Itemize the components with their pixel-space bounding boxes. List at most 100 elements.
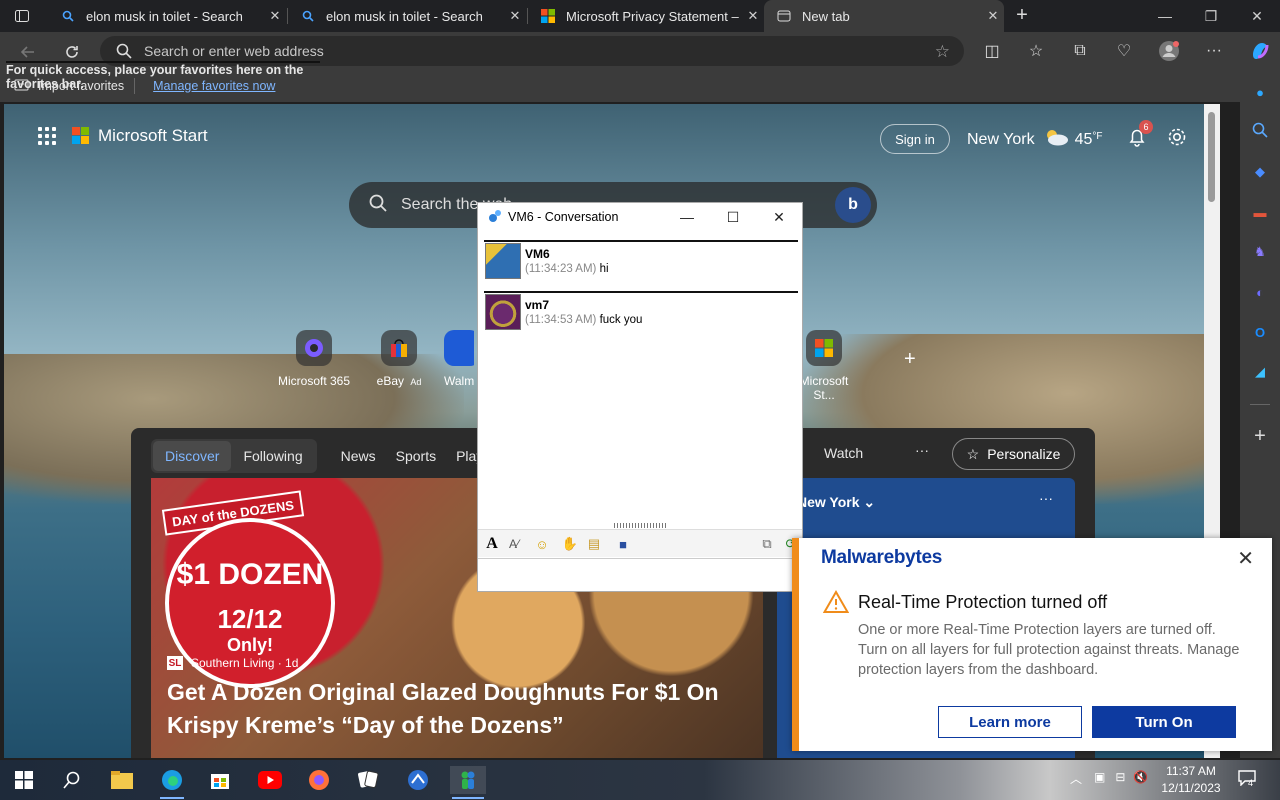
action-center-icon[interactable]: 4 <box>1238 770 1256 789</box>
shopping-icon[interactable]: ◆ <box>1248 160 1272 184</box>
close-window-icon[interactable]: ✕ <box>1234 0 1280 32</box>
learn-more-button[interactable]: Learn more <box>938 706 1082 738</box>
tab-actions-icon[interactable] <box>14 8 30 24</box>
browser-tab-active[interactable]: New tab ✕ <box>764 0 1004 32</box>
sign-in-button[interactable]: Sign in <box>880 124 950 154</box>
scrollbar-thumb[interactable] <box>1208 112 1215 202</box>
tab-title: elon musk in toilet - Search <box>326 8 483 24</box>
quick-link-label: Microsoft 365 <box>277 374 351 388</box>
app-icon[interactable] <box>404 766 432 794</box>
close-tab-icon[interactable]: ✕ <box>982 8 1004 24</box>
tab-sports[interactable]: Sports <box>396 448 436 464</box>
quick-link-ebay[interactable]: eBay Ad <box>359 330 439 388</box>
tab-watch[interactable]: Watch <box>824 445 863 461</box>
search-icon[interactable] <box>58 766 86 794</box>
tab-discover[interactable]: Discover <box>153 441 232 471</box>
warning-icon <box>822 589 850 614</box>
new-tab-button[interactable]: + <box>1012 5 1032 25</box>
notifications-icon[interactable]: ● <box>1248 80 1272 104</box>
restore-icon[interactable]: ❐ <box>1188 0 1234 32</box>
close-icon[interactable]: ✕ <box>1237 546 1254 571</box>
add-quick-link-icon[interactable]: + <box>904 348 916 371</box>
message-line: (11:34:23 AM) hi <box>525 263 609 275</box>
browser-tab[interactable]: elon musk in toilet - Search ✕ <box>48 0 286 32</box>
more-options-icon[interactable]: ··· <box>1202 39 1226 63</box>
emoticon-icon[interactable]: ☺ <box>533 535 551 553</box>
weather-unit: °F <box>1092 131 1103 142</box>
outlook-icon[interactable]: O <box>1248 320 1272 344</box>
app-launcher-icon[interactable] <box>38 127 56 145</box>
gear-icon[interactable] <box>1166 126 1190 150</box>
quick-link-microsoft-365[interactable]: Microsoft 365 <box>274 330 354 388</box>
minimize-icon[interactable]: — <box>664 203 710 231</box>
partly-cloudy-icon <box>1043 128 1069 151</box>
add-sidebar-app-icon[interactable]: + <box>1248 424 1272 448</box>
browser-essentials-icon[interactable]: ♡ <box>1112 39 1136 63</box>
close-tab-icon[interactable]: ✕ <box>264 8 286 24</box>
solitaire-icon[interactable] <box>354 766 382 794</box>
network-icon[interactable]: ⊟ <box>1115 770 1125 787</box>
favorites-icon[interactable]: ☆ <box>1024 39 1048 63</box>
profile-avatar[interactable] <box>1157 39 1181 63</box>
quick-link-microsoft-store[interactable]: Microsoft St... <box>794 330 854 402</box>
resize-grip[interactable] <box>614 523 668 528</box>
system-tray: ︿ ▣ ⊟ 🔇 <box>1070 770 1148 787</box>
font-icon[interactable]: A <box>483 535 501 553</box>
split-screen-icon[interactable]: ◫ <box>980 39 1004 63</box>
youtube-icon[interactable] <box>256 766 284 794</box>
conversation-titlebar[interactable]: VM6 - Conversation — ☐ ✕ <box>478 203 802 231</box>
font-color-icon[interactable]: A⁄ <box>505 535 523 553</box>
article-headline[interactable]: Get A Dozen Original Glazed Doughnuts Fo… <box>167 676 747 742</box>
sparkle-icon: ☆ <box>966 445 980 462</box>
save-icon[interactable]: ■ <box>614 535 632 553</box>
copy-icon[interactable]: ⧉ <box>758 535 776 553</box>
quick-link-label: Microsoft St... <box>799 374 849 402</box>
drop-icon[interactable]: ◢ <box>1248 360 1272 384</box>
browser-tab[interactable]: elon musk in toilet - Search ✕ <box>288 0 526 32</box>
tab-news[interactable]: News <box>341 448 376 464</box>
search-icon[interactable] <box>1248 118 1272 142</box>
send-file-icon[interactable]: ▤ <box>585 535 603 553</box>
taskbar-clock[interactable]: 11:37 AM 12/11/2023 <box>1160 763 1222 797</box>
weather-card-more-icon[interactable]: ··· <box>1039 490 1053 506</box>
tab-title: elon musk in toilet - Search <box>86 8 243 24</box>
maximize-icon[interactable]: ☐ <box>710 203 756 231</box>
favorite-star-icon[interactable]: ☆ <box>935 42 950 62</box>
close-tab-icon[interactable]: ✕ <box>504 8 526 24</box>
feed-more-icon[interactable]: ··· <box>915 442 929 458</box>
minimize-icon[interactable]: — <box>1142 0 1188 32</box>
personalize-button[interactable]: ☆ Personalize <box>952 438 1075 470</box>
microsoft-365-icon[interactable]: ◐ <box>1248 280 1272 304</box>
collections-icon[interactable]: ⧉ <box>1068 39 1092 63</box>
edge-icon[interactable] <box>158 766 186 794</box>
tools-icon[interactable]: ▬ <box>1248 200 1272 224</box>
messenger-icon <box>488 209 502 226</box>
file-explorer-icon[interactable] <box>108 766 136 794</box>
malwarebytes-logo: Malwarebytes <box>821 547 943 568</box>
microsoft-store-icon[interactable] <box>206 766 234 794</box>
bing-icon[interactable]: b <box>835 187 871 223</box>
favorites-bar: Import favorites For quick access, place… <box>0 61 1240 102</box>
show-hidden-icons-icon[interactable]: ︿ <box>1070 770 1082 787</box>
tab-following[interactable]: Following <box>231 441 314 471</box>
device-icon[interactable]: ▣ <box>1094 770 1105 787</box>
nudge-icon[interactable]: ✋ <box>561 535 579 553</box>
volume-muted-icon[interactable]: 🔇 <box>1133 770 1148 787</box>
notification-badge: 6 <box>1139 120 1153 134</box>
message-input[interactable] <box>478 558 802 591</box>
message-sender: vm7 <box>525 298 550 312</box>
firefox-icon[interactable] <box>305 766 333 794</box>
copilot-icon[interactable] <box>1248 38 1272 62</box>
games-icon[interactable]: ♞ <box>1248 240 1272 264</box>
close-icon[interactable]: ✕ <box>756 203 802 231</box>
clock-date: 12/11/2023 <box>1161 781 1221 795</box>
messenger-icon[interactable] <box>450 766 486 794</box>
quick-link-walmart[interactable]: Walmart <box>444 330 474 388</box>
southern-living-logo-icon: SL <box>167 656 183 670</box>
close-tab-icon[interactable]: ✕ <box>742 8 764 24</box>
start-icon[interactable] <box>10 766 38 794</box>
notification-heading: Real-Time Protection turned off <box>858 592 1108 612</box>
turn-on-button[interactable]: Turn On <box>1092 706 1236 738</box>
browser-tab[interactable]: Microsoft Privacy Statement – Mi ✕ <box>528 0 764 32</box>
weather-widget[interactable]: New York 45 °F <box>967 128 1103 151</box>
